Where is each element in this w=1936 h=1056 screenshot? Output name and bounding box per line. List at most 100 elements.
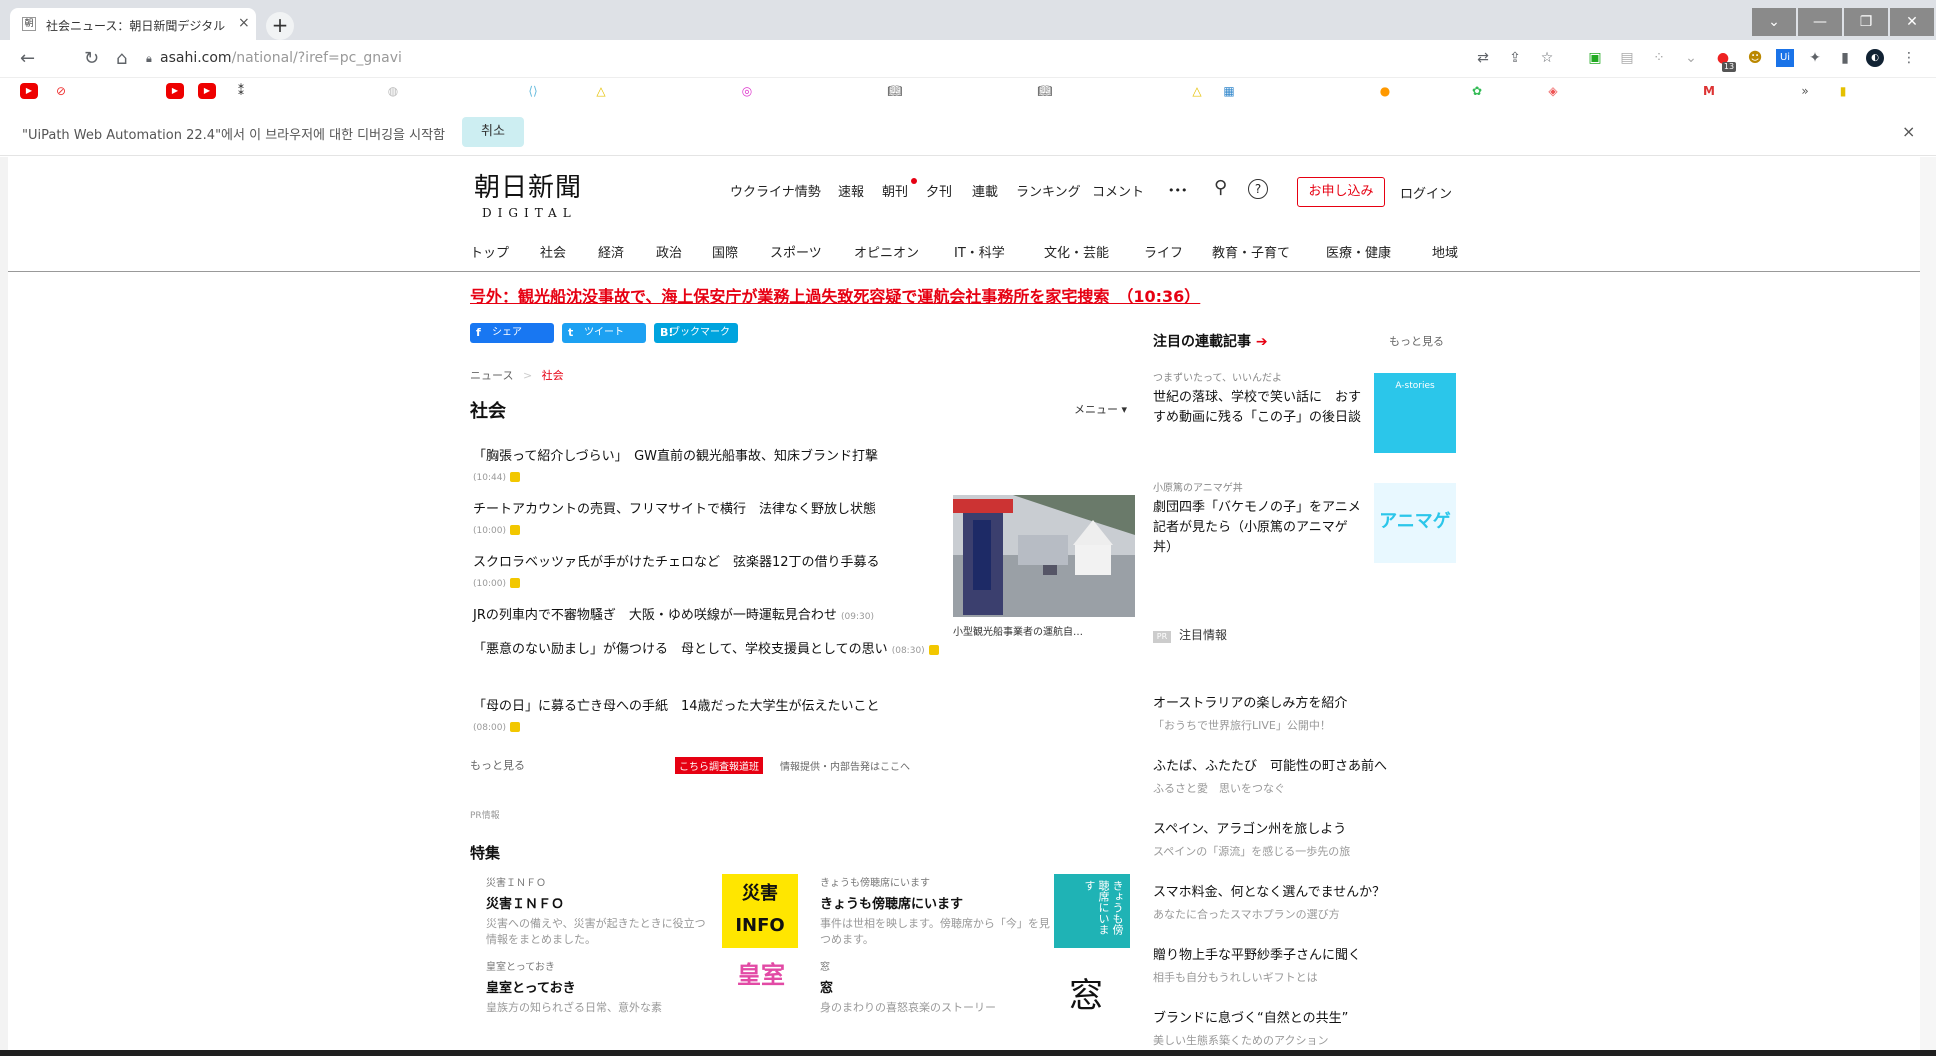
asahi-logo[interactable]: 朝日新聞 DIGITAL xyxy=(474,167,582,220)
hatena-bookmark-button[interactable]: B! ブックマーク xyxy=(654,323,738,343)
cat-sports[interactable]: スポーツ xyxy=(770,242,822,261)
tab-close-icon[interactable]: × xyxy=(238,15,250,31)
nav-more[interactable]: ••• xyxy=(1168,184,1187,197)
tab-search-icon[interactable]: ⌄ xyxy=(1752,8,1796,36)
news-item[interactable]: 「悪意のない励まし」が傷つける 母として、学校支援員としての思い (08:30) xyxy=(473,640,943,661)
news-title[interactable]: スクロラベッツァ氏が手がけたチェロなど 弦楽器12丁の借り手募る xyxy=(473,555,880,570)
pr-item[interactable]: オーストラリアの楽しみ方を紹介 「おうちで世界旅行LIVE」公開中！ xyxy=(1153,692,1413,733)
pr-item-title[interactable]: スペイン、アラゴン州を旅しよう xyxy=(1153,818,1413,837)
a-stories-thumb[interactable]: A-stories xyxy=(1374,373,1456,453)
feature-card[interactable]: 皇室とっておき 皇室とっておき 皇族方の知られざる日常、意外な素 xyxy=(486,958,716,1016)
subscribe-button[interactable]: お申し込み xyxy=(1297,177,1385,207)
cat-education[interactable]: 教育・子育て xyxy=(1212,242,1290,261)
more-bookmarks-icon[interactable]: » xyxy=(1796,83,1814,99)
news-title[interactable]: 「母の日」に募る亡き母への手紙 14歳だった大学生が伝えたいこと xyxy=(473,699,880,714)
cat-life[interactable]: ライフ xyxy=(1144,242,1183,261)
series-more-link[interactable]: もっと見る xyxy=(1389,333,1444,349)
url-field[interactable]: asahi.com/national/?iref=pc_gnavi xyxy=(160,50,402,66)
extension-doc-icon[interactable]: ▤ xyxy=(1618,49,1636,67)
twitter-share-button[interactable]: t ツイート xyxy=(562,323,646,343)
feature-card[interactable]: 窓 窓 身のまわりの喜怒哀楽のストーリー xyxy=(820,958,1050,1016)
series-item[interactable]: 小原篤のアニマゲ丼 劇団四季「バケモノの子」をアニメ記者が見たら（小原篤のアニマ… xyxy=(1153,479,1363,558)
breadcrumb-news[interactable]: ニュース xyxy=(470,369,513,382)
pr-item[interactable]: スマホ料金、何となく選んでませんか？ あなたに合ったスマホプランの選び方 xyxy=(1153,881,1413,922)
translate-icon[interactable]: ⇄ xyxy=(1474,49,1492,67)
bookmark-star-icon[interactable]: ☆ xyxy=(1538,49,1556,67)
side-panel-icon[interactable]: ▮ xyxy=(1836,49,1854,67)
cat-culture[interactable]: 文化・芸能 xyxy=(1044,242,1109,261)
pr-item-title[interactable]: 贈り物上手な平野紗季子さんに聞く xyxy=(1153,944,1413,963)
featured-series-heading[interactable]: 注目の連載記事 ➔ xyxy=(1153,331,1268,351)
close-window-button[interactable]: ✕ xyxy=(1890,8,1934,36)
series-title[interactable]: 世紀の落球、学校で笑い話に おすすめ動画に残る「この子」の後日談 xyxy=(1153,388,1363,428)
news-title[interactable]: JRの列車内で不審物騒ぎ 大阪・ゆめ咲線が一時運転見合わせ xyxy=(473,608,837,623)
more-menu-icon[interactable]: ⋮ xyxy=(1900,49,1918,67)
duck-bookmark-icon[interactable]: ● xyxy=(1376,83,1394,99)
news-item[interactable]: チートアカウントの売買、フリマサイトで横行 法律なく野放し状態 (10:00) xyxy=(473,500,943,541)
news-item[interactable]: JRの列車内で不審物騒ぎ 大阪・ゆめ咲線が一時運転見合わせ (09:30) xyxy=(473,606,943,627)
profile-avatar[interactable]: ◐ xyxy=(1866,49,1884,67)
tip-line-link[interactable]: 情報提供・内部告発はここへ xyxy=(780,758,910,773)
news-item[interactable]: 「母の日」に募る亡き母への手紙 14歳だった大学生が伝えたいこと (08:00) xyxy=(473,697,943,738)
youtube-bookmark-icon[interactable]: ▶ xyxy=(20,83,38,99)
infobar-close-icon[interactable]: × xyxy=(1902,122,1915,141)
uipath-icon[interactable]: Ui xyxy=(1776,49,1794,67)
lock-icon[interactable]: 🔒︎ xyxy=(146,52,152,66)
reload-icon[interactable]: ↻ xyxy=(84,48,99,69)
feature-title[interactable]: 皇室とっておき xyxy=(486,977,716,996)
courtroom-thumb[interactable]: きょうも傍聴席にいます xyxy=(1054,874,1130,948)
pr-item[interactable]: スペイン、アラゴン州を旅しよう スペインの「源流」を感じる一歩先の旅 xyxy=(1153,818,1413,859)
cat-health[interactable]: 医療・健康 xyxy=(1326,242,1391,261)
pr-item[interactable]: ブランドに息づく“自然との共生” 美しい生態系築くためのアクション xyxy=(1153,1007,1413,1048)
restore-button[interactable]: ❐ xyxy=(1844,8,1888,36)
pr-item-title[interactable]: オーストラリアの楽しみ方を紹介 xyxy=(1153,692,1413,711)
series-title[interactable]: 劇団四季「バケモノの子」をアニメ記者が見たら（小原篤のアニマゲ丼） xyxy=(1153,498,1363,558)
nav-comment[interactable]: コメント xyxy=(1092,181,1144,200)
section-menu-dropdown[interactable]: メニュー ▾ xyxy=(1074,401,1127,417)
home-icon[interactable]: ⌂ xyxy=(116,48,127,69)
search-icon[interactable]: ⚲ xyxy=(1214,177,1227,198)
pink-bookmark-icon[interactable]: ◎ xyxy=(738,83,756,99)
red-circle-bookmark-icon[interactable]: ⊘ xyxy=(52,83,70,99)
extension-grey-icon[interactable]: ⁘ xyxy=(1650,49,1668,67)
gmail-bookmark-icon[interactable]: M xyxy=(1700,83,1718,99)
news-title[interactable]: 「胸張って紹介しづらい」 GW直前の観光船事故、知床ブランド打撃 xyxy=(473,449,878,464)
window-thumb[interactable]: 窓 xyxy=(1064,968,1108,1016)
globe-bookmark-icon[interactable]: ◍ xyxy=(384,83,402,99)
folder-bookmark-icon[interactable]: ▮ xyxy=(1834,83,1852,99)
pr-item[interactable]: ふたば、ふたたび 可能性の町さあ前へ ふるさと愛 思いをつなぐ xyxy=(1153,755,1413,796)
news-item[interactable]: 「胸張って紹介しづらい」 GW直前の観光船事故、知床ブランド打撃 (10:44) xyxy=(473,447,943,488)
share-icon[interactable]: ⇪ xyxy=(1506,49,1524,67)
extension-face-icon[interactable]: ☻ xyxy=(1746,49,1764,67)
drive-bookmark-icon[interactable]: △ xyxy=(592,83,610,99)
nav-ukraine[interactable]: ウクライナ情勢 xyxy=(730,181,821,200)
new-tab-button[interactable]: + xyxy=(266,12,294,40)
minimize-button[interactable]: — xyxy=(1798,8,1842,36)
feature-title[interactable]: 災害ＩＮＦＯ xyxy=(486,893,716,912)
pr-item-title[interactable]: ふたば、ふたたび 可能性の町さあ前へ xyxy=(1153,755,1413,774)
imperial-thumb[interactable]: 皇室 xyxy=(728,960,794,1020)
nav-evening[interactable]: 夕刊 xyxy=(926,181,952,200)
breaking-news-link[interactable]: 号外：観光船沈没事故で、海上保安庁が業務上過失致死容疑で運航会社事務所を家宅捜索… xyxy=(470,283,1200,307)
cat-opinion[interactable]: オピニオン xyxy=(854,242,919,261)
code-bookmark-icon[interactable]: ⟨⟩ xyxy=(524,83,542,99)
book-bookmark-icon[interactable]: 📖︎ xyxy=(1036,83,1054,99)
cat-politics[interactable]: 政治 xyxy=(656,242,682,261)
photo-caption[interactable]: 小型観光船事業者の運航自… xyxy=(953,623,1135,638)
animage-thumb[interactable]: アニマゲ xyxy=(1374,483,1456,563)
infobar-cancel-button[interactable]: 취소 xyxy=(462,117,524,147)
cat-top[interactable]: トップ xyxy=(470,242,509,261)
youtube-bookmark-icon[interactable]: ▶ xyxy=(198,83,216,99)
youtube-bookmark-icon[interactable]: ▶ xyxy=(166,83,184,99)
nav-morning[interactable]: 朝刊 xyxy=(882,181,908,200)
news-item[interactable]: スクロラベッツァ氏が手がけたチェロなど 弦楽器12丁の借り手募る (10:00) xyxy=(473,553,943,594)
green-bookmark-icon[interactable]: ✿ xyxy=(1468,83,1486,99)
facebook-share-button[interactable]: f シェア xyxy=(470,323,554,343)
pr-item-title[interactable]: スマホ料金、何となく選んでませんか？ xyxy=(1153,881,1413,900)
cat-society[interactable]: 社会 xyxy=(540,242,566,261)
nav-series[interactable]: 連載 xyxy=(972,181,998,200)
pr-item-title[interactable]: ブランドに息づく“自然との共生” xyxy=(1153,1007,1413,1026)
pr-item[interactable]: 贈り物上手な平野紗季子さんに聞く 相手も自分もうれしいギフトとは xyxy=(1153,944,1413,985)
series-item[interactable]: つまずいたって、いいんだよ 世紀の落球、学校で笑い話に おすすめ動画に残る「この… xyxy=(1153,369,1363,428)
sheet-bookmark-icon[interactable]: ▦ xyxy=(1220,83,1238,99)
